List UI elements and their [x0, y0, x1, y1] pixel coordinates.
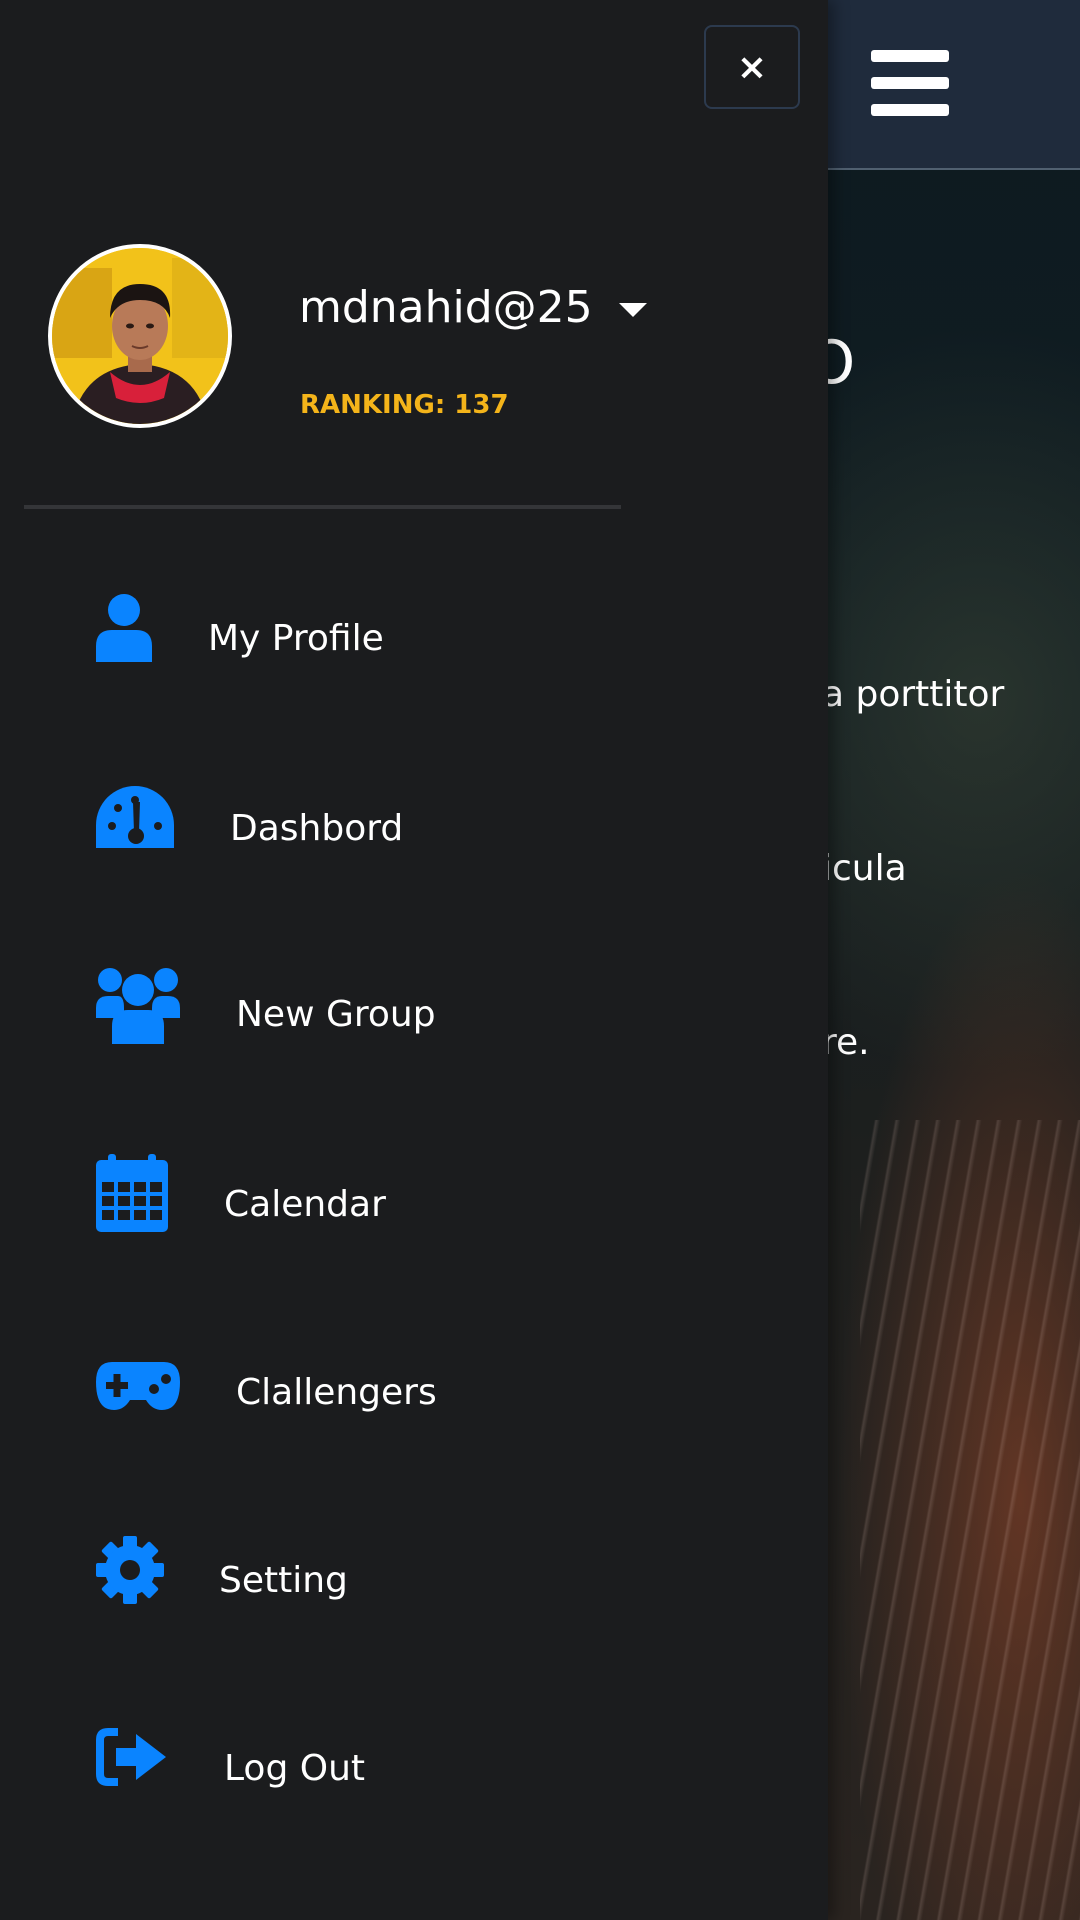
calendar-icon: [96, 1154, 168, 1232]
background-text-line: a porttitor: [822, 674, 1005, 715]
menu-label: Calendar: [224, 1184, 386, 1225]
gear-icon: [96, 1536, 164, 1604]
side-drawer: × mdnahid@25 RANKING: 137 My Profile Das…: [0, 0, 828, 1920]
user-icon: [96, 594, 152, 662]
gamepad-icon: [96, 1362, 180, 1410]
hamburger-bar: [871, 104, 949, 116]
close-button[interactable]: ×: [704, 25, 800, 109]
sign-out-icon: [96, 1728, 166, 1786]
menu-label: New Group: [236, 994, 436, 1035]
hamburger-bar: [871, 77, 949, 89]
app-screen: O a porttitor icula re. × mdnahid@25 RAN…: [0, 0, 1080, 1920]
speedometer-icon: [96, 786, 174, 848]
menu-label: Setting: [219, 1560, 348, 1601]
menu-item-log-out[interactable]: Log Out: [0, 1708, 828, 1858]
background-light-streaks: [860, 1120, 1080, 1920]
menu-item-new-group[interactable]: New Group: [0, 956, 828, 1106]
menu-item-dashboard[interactable]: Dashbord: [0, 768, 828, 918]
menu-label: Dashbord: [230, 808, 404, 849]
hamburger-menu-button[interactable]: [871, 50, 949, 116]
menu-label: My Profile: [208, 618, 384, 659]
hamburger-bar: [871, 50, 949, 62]
users-group-icon: [96, 968, 180, 1044]
caret-down-icon: [618, 302, 647, 317]
ranking-badge: RANKING: 137: [300, 390, 509, 420]
menu-label: Clallengers: [236, 1372, 437, 1413]
menu-item-calendar[interactable]: Calendar: [0, 1144, 828, 1294]
avatar[interactable]: [48, 244, 232, 428]
username: mdnahid@25: [299, 282, 593, 333]
account-dropdown[interactable]: mdnahid@25: [299, 282, 647, 333]
menu-item-setting[interactable]: Setting: [0, 1520, 828, 1670]
menu-item-my-profile[interactable]: My Profile: [0, 580, 828, 730]
avatar-photo: [52, 248, 228, 424]
menu-item-challengers[interactable]: Clallengers: [0, 1332, 828, 1482]
menu-label: Log Out: [224, 1748, 366, 1789]
background-text-line: icula: [822, 848, 907, 889]
background-text-line: re.: [822, 1022, 870, 1063]
divider: [24, 505, 621, 509]
